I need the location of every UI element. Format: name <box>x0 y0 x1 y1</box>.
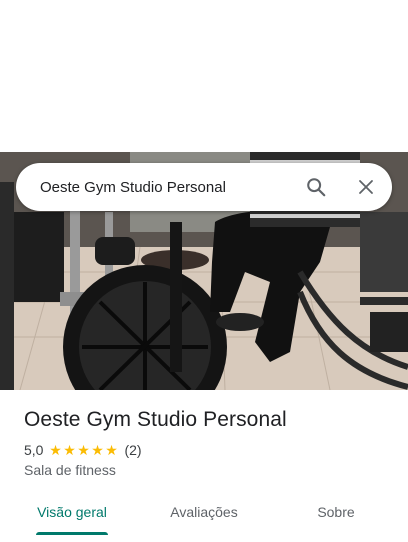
place-title: Oeste Gym Studio Personal <box>24 408 287 431</box>
tab-reviews[interactable]: Avaliações <box>144 492 264 532</box>
review-count[interactable]: (2) <box>124 442 141 458</box>
star-icon: ★ <box>49 442 62 458</box>
search-bar[interactable]: Oeste Gym Studio Personal <box>16 163 392 211</box>
rating-stars: ★ ★ ★ ★ ★ <box>48 443 118 457</box>
place-category: Sala de fitness <box>24 462 116 478</box>
star-icon: ★ <box>63 442 76 458</box>
search-icon[interactable] <box>296 167 336 207</box>
map-blank-area <box>0 0 408 152</box>
rating-value: 5,0 <box>24 442 44 458</box>
rating-row[interactable]: 5,0 ★ ★ ★ ★ ★ (2) <box>24 442 394 458</box>
close-icon[interactable] <box>346 167 386 207</box>
tab-overview[interactable]: Visão geral <box>0 492 144 532</box>
star-icon: ★ <box>77 442 90 458</box>
search-input[interactable]: Oeste Gym Studio Personal <box>40 179 296 196</box>
place-info: Oeste Gym Studio Personal 5,0 ★ ★ ★ ★ ★ … <box>24 406 394 478</box>
star-icon: ★ <box>91 442 104 458</box>
tab-about[interactable]: Sobre <box>264 492 408 532</box>
active-tab-indicator <box>36 532 108 535</box>
star-icon: ★ <box>105 442 118 458</box>
